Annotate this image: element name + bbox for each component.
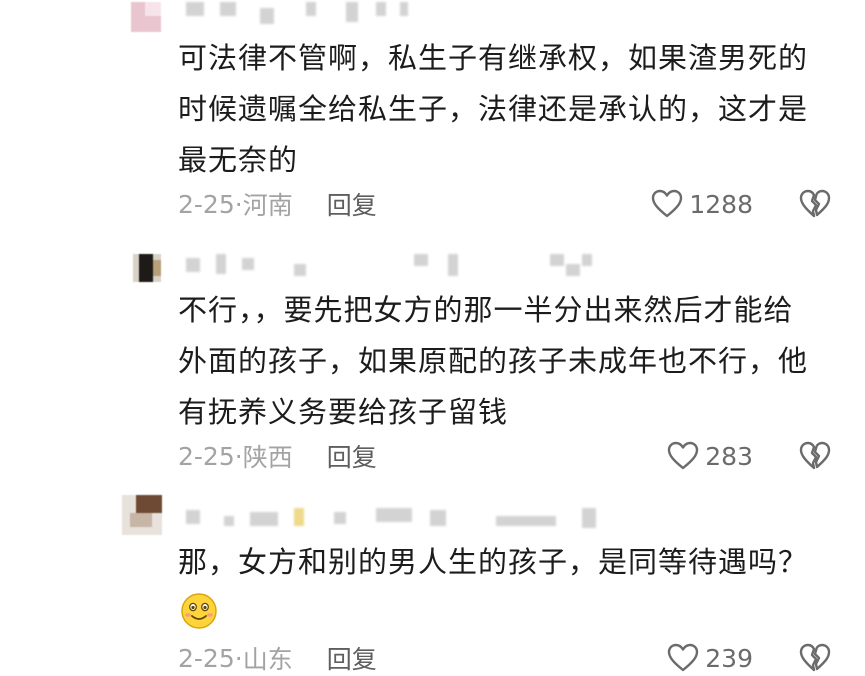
heart-outline-icon <box>668 441 699 470</box>
heart-outline-icon <box>652 189 683 218</box>
broken-heart-icon <box>799 189 831 218</box>
username-blurred[interactable] <box>186 2 666 24</box>
smile-emoji-icon <box>181 593 217 629</box>
meta-dot: · <box>234 643 243 673</box>
comment-text: 可法律不管啊，私生子有继承权，如果渣男死的 时候遗嘱全给私生子，法律还是承认的，… <box>178 33 838 186</box>
reply-button[interactable]: 回复 <box>327 640 377 676</box>
like-button[interactable]: 1288 <box>651 186 753 222</box>
comment-date: 2-25 <box>178 441 235 471</box>
comment-date: 2-25 <box>178 189 235 219</box>
like-count: 283 <box>705 441 753 471</box>
username-blurred[interactable] <box>186 508 666 530</box>
meta-dot: · <box>234 441 243 471</box>
comment-location: 山东 <box>242 645 293 674</box>
comment-line: 可法律不管啊，私生子有继承权，如果渣男死的 <box>178 41 809 75</box>
like-button[interactable]: 283 <box>667 438 753 474</box>
reply-button[interactable]: 回复 <box>327 186 377 222</box>
dislike-button[interactable] <box>799 640 831 676</box>
comment-line: 外面的孩子，如果原配的孩子未成年也不行，他 <box>178 344 809 378</box>
comment-line: 有抚养义务要给孩子留钱 <box>178 395 509 429</box>
avatar[interactable] <box>122 495 162 535</box>
broken-heart-icon <box>799 441 831 470</box>
comment-text: 那，女方和别的男人生的孩子，是同等待遇吗？ <box>178 537 838 588</box>
comment-location: 陕西 <box>242 443 293 472</box>
like-button[interactable]: 239 <box>667 640 753 676</box>
comment-text: 不行，，要先把女方的那一半分出来然后才能给 外面的孩子，如果原配的孩子未成年也不… <box>178 285 838 438</box>
comment-line: 时候遗嘱全给私生子，法律还是承认的，这才是 <box>178 92 809 126</box>
like-count: 1288 <box>689 189 753 219</box>
username-blurred[interactable] <box>186 254 666 276</box>
comment-meta: 2-25 · 河南 回复 <box>178 186 377 222</box>
comment-meta: 2-25 · 陕西 回复 <box>178 438 377 474</box>
comment-line: 那，女方和别的男人生的孩子，是同等待遇吗？ <box>178 545 809 579</box>
like-count: 239 <box>705 643 753 673</box>
meta-dot: · <box>234 189 243 219</box>
comment-date: 2-25 <box>178 643 235 673</box>
comment-meta: 2-25 · 山东 回复 <box>178 640 377 676</box>
reply-button[interactable]: 回复 <box>327 438 377 474</box>
avatar[interactable] <box>133 254 161 282</box>
dislike-button[interactable] <box>799 438 831 474</box>
comment-line: 最无奈的 <box>178 143 299 177</box>
comment-line: 不行，，要先把女方的那一半分出来然后才能给 <box>178 293 794 327</box>
comment-location: 河南 <box>242 191 293 220</box>
broken-heart-icon <box>799 643 831 672</box>
heart-outline-icon <box>668 643 699 672</box>
dislike-button[interactable] <box>799 186 831 222</box>
avatar[interactable] <box>131 2 161 32</box>
